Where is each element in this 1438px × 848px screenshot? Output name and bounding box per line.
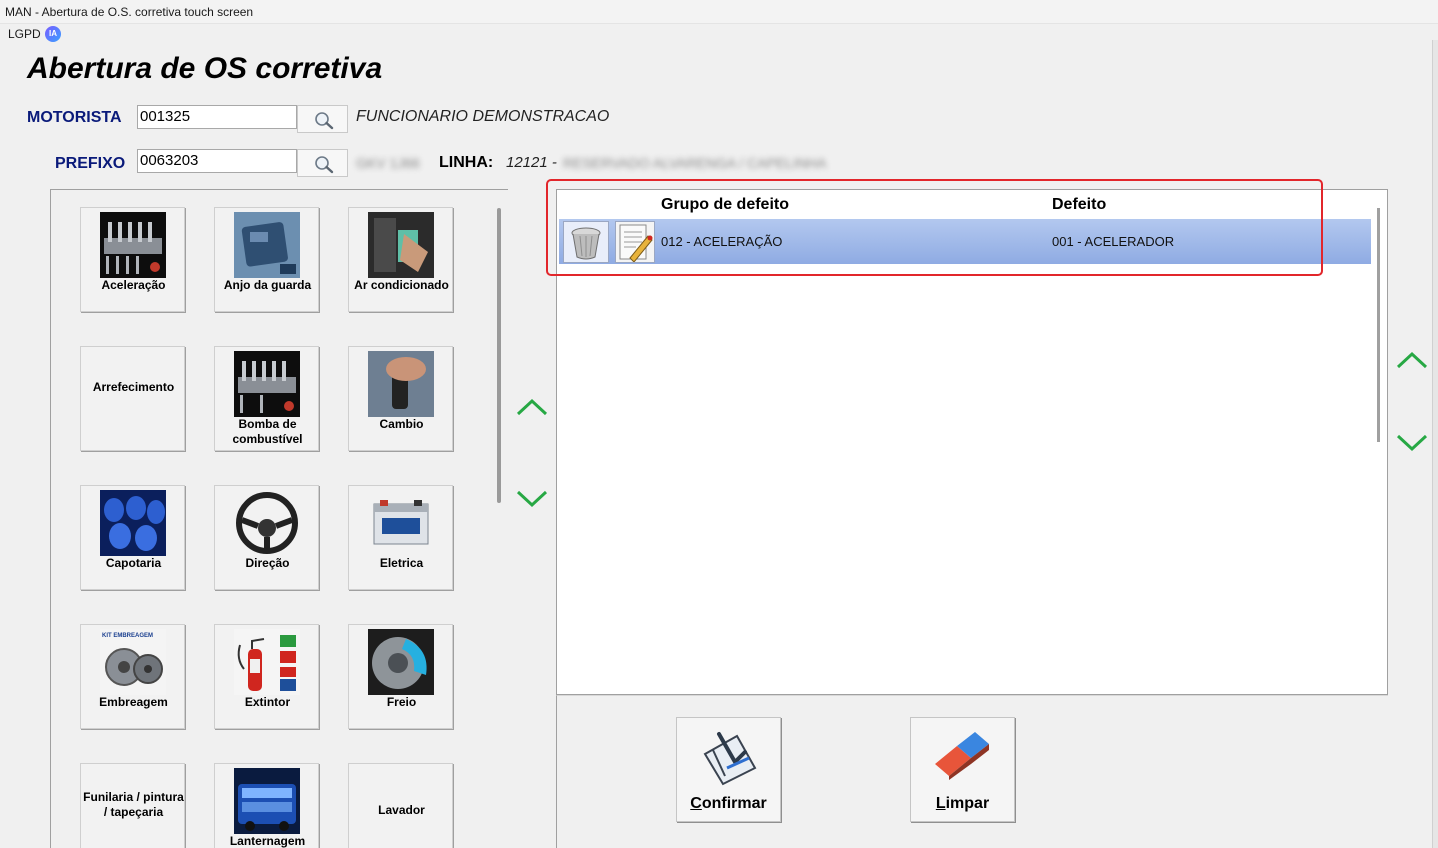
search-icon xyxy=(315,156,334,174)
category-direcao-button[interactable]: Direção xyxy=(214,485,319,590)
limpar-label: Limpar xyxy=(935,795,990,812)
title-bar: MAN - Abertura de O.S. corretiva touch s… xyxy=(0,0,1438,24)
category-label: Direção xyxy=(245,556,290,570)
category-lanternagem-button[interactable]: Lanternagem xyxy=(214,763,319,848)
linha-label: LINHA: xyxy=(439,154,494,171)
ia-badge-icon[interactable]: IA xyxy=(45,26,61,42)
category-freio-button[interactable]: Freio xyxy=(348,624,453,729)
category-cambio-button[interactable]: Cambio xyxy=(348,346,453,451)
prefixo-search-button[interactable] xyxy=(297,149,348,177)
category-label: Cambio xyxy=(379,417,424,431)
grid-scroll-up-icon[interactable] xyxy=(1395,349,1429,371)
category-label: Arrefecimento xyxy=(92,380,175,394)
category-extintor-button[interactable]: Extintor xyxy=(214,624,319,729)
motorista-label: MOTORISTA xyxy=(27,109,122,126)
category-arrefecimento-button[interactable]: Arrefecimento xyxy=(80,346,185,451)
category-ar-condicionado-button[interactable]: Ar condicionado xyxy=(348,207,453,312)
clipboard-check-icon xyxy=(703,732,757,786)
category-label: Embreagem xyxy=(99,695,168,709)
category-label: Aceleração xyxy=(101,278,166,292)
category-capotaria-button[interactable]: Capotaria xyxy=(80,485,185,590)
engine-icon xyxy=(100,212,166,278)
category-label: Eletrica xyxy=(379,556,424,570)
kit-embreagem-text: KIT EMBREAGEM xyxy=(102,633,153,639)
category-label: Capotaria xyxy=(105,556,162,570)
confirmar-button[interactable]: Confirmar xyxy=(676,717,781,822)
air-conditioner-icon xyxy=(368,212,434,278)
category-label: Lavador xyxy=(378,803,425,817)
prefixo-plate: GKV 1J66 xyxy=(356,155,420,171)
category-label: Extintor xyxy=(244,695,291,709)
fuel-pump-icon xyxy=(234,351,300,417)
category-label: Anjo da guarda xyxy=(223,278,312,292)
menu-item-lgpd[interactable]: LGPD xyxy=(8,27,41,41)
seats-icon xyxy=(100,490,166,556)
grid-scroll-down-icon[interactable] xyxy=(1395,432,1429,454)
clutch-icon: KIT EMBREAGEM xyxy=(100,629,166,695)
category-embreagem-button[interactable]: KIT EMBREAGEM Embreagem xyxy=(80,624,185,729)
eraser-icon xyxy=(935,732,989,780)
window-edge xyxy=(1432,40,1438,848)
category-funilaria-button[interactable]: Funilaria / pintura / tapeçaria xyxy=(80,763,185,848)
linha-name: RESERVADO ALVARENGA / CAPELINHA xyxy=(563,155,827,171)
category-label: Ar condicionado xyxy=(354,278,449,292)
motorista-search-button[interactable] xyxy=(297,105,348,133)
limpar-button[interactable]: Limpar xyxy=(910,717,1015,822)
menu-bar: LGPD IA xyxy=(0,24,1438,44)
category-anjo-da-guarda-button[interactable]: Anjo da guarda xyxy=(214,207,319,312)
steering-wheel-icon xyxy=(236,492,298,554)
category-scrollbar[interactable] xyxy=(497,208,501,503)
window-title: MAN - Abertura de O.S. corretiva touch s… xyxy=(5,5,254,19)
category-scroll-down-icon[interactable] xyxy=(515,488,549,510)
category-label: Freio xyxy=(386,695,417,709)
category-label: Funilaria / pintura / tapeçaria xyxy=(83,790,184,819)
category-aceleracao-button[interactable]: Aceleração xyxy=(80,207,185,312)
linha-code: 12121 - xyxy=(506,154,557,171)
bus-icon xyxy=(234,768,300,834)
battery-icon xyxy=(373,500,429,545)
prefixo-code-field[interactable]: 0063203 xyxy=(137,149,297,173)
selection-highlight xyxy=(546,179,1323,276)
motorista-code-field[interactable]: 001325 xyxy=(137,105,297,129)
extinguisher-icon xyxy=(234,629,300,695)
category-label: Lanternagem xyxy=(229,834,306,848)
confirmar-label: Confirmar xyxy=(690,795,767,812)
search-icon xyxy=(315,112,334,130)
category-eletrica-button[interactable]: Eletrica xyxy=(348,485,453,590)
category-scroll-up-icon[interactable] xyxy=(515,396,549,418)
brake-disc-icon xyxy=(368,629,434,695)
category-bomba-de-combustivel-button[interactable]: Bomba de combustível xyxy=(214,346,319,451)
page-title: Abertura de OS corretiva xyxy=(27,52,383,85)
category-label: Bomba de combustível xyxy=(232,417,303,446)
device-icon xyxy=(234,212,300,278)
motorista-name: FUNCIONARIO DEMONSTRACAO xyxy=(356,108,610,125)
prefixo-label: PREFIXO xyxy=(55,155,126,172)
category-lavador-button[interactable]: Lavador xyxy=(348,763,453,848)
gearshift-icon xyxy=(368,351,434,417)
grid-scrollbar[interactable] xyxy=(1377,208,1380,442)
